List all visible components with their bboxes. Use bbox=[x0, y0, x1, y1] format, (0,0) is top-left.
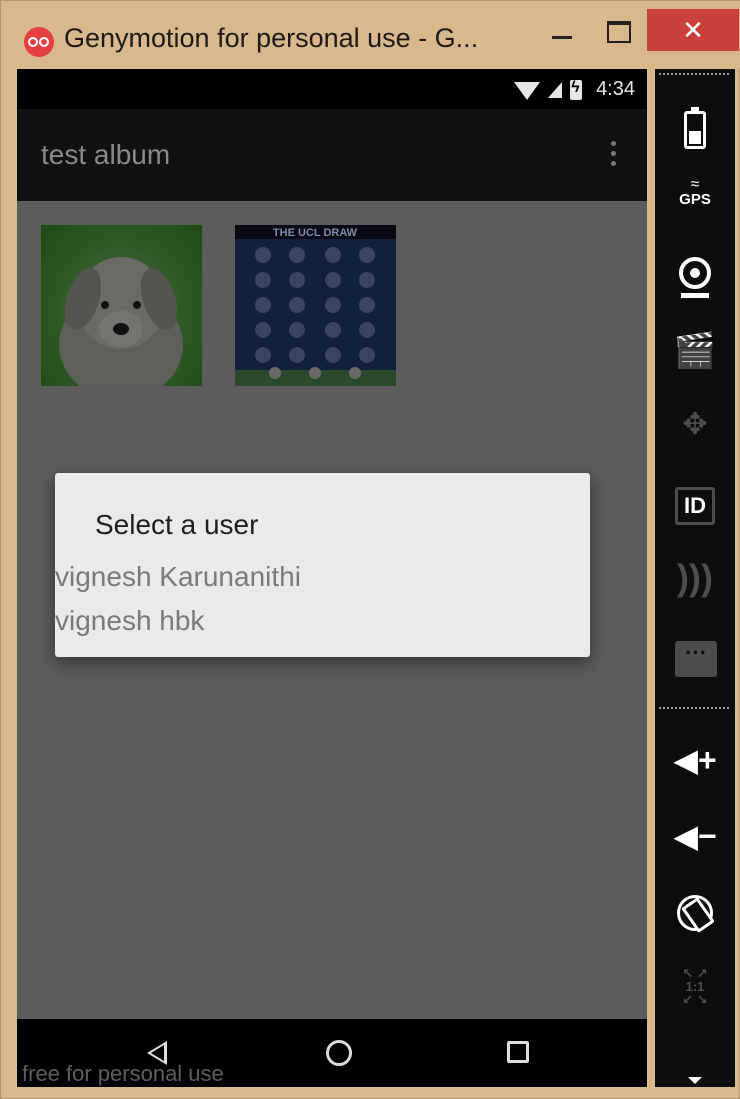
recent-apps-icon[interactable] bbox=[507, 1041, 529, 1063]
battery-charging-icon bbox=[570, 79, 583, 100]
app-title: test album bbox=[41, 139, 171, 170]
navigation-bar: free for personal use bbox=[17, 1019, 647, 1087]
status-time: 4:34 bbox=[596, 78, 635, 100]
wifi-icon bbox=[514, 81, 541, 100]
volume-up-icon[interactable]: ◀+ bbox=[655, 741, 735, 779]
more-options-icon[interactable] bbox=[688, 1077, 702, 1084]
dialog-title: Select a user bbox=[95, 509, 259, 540]
genymotion-window: Genymotion for personal use - G... ✕ 4:3… bbox=[0, 0, 740, 1099]
album-content: THE UCL DRAW Select a user vignesh Karun… bbox=[17, 201, 647, 1019]
webcam-base bbox=[681, 293, 709, 298]
close-button[interactable]: ✕ bbox=[647, 9, 739, 51]
genymotion-toolbar: ≈ GPS 🎬 ✥ ID ))) ··· ◀+ ◀− ↖ ↗ 1:1 ↙ ↘ bbox=[655, 69, 735, 1087]
watermark-text: free for personal use bbox=[22, 1061, 224, 1086]
ucl-draw-image: THE UCL DRAW bbox=[235, 225, 396, 386]
gps-signal-icon: ≈ bbox=[690, 176, 700, 193]
dialog-user-item[interactable]: vignesh Karunanithi bbox=[55, 561, 301, 593]
sms-icon[interactable]: ··· bbox=[675, 641, 717, 677]
gps-button[interactable]: ≈ GPS bbox=[655, 176, 735, 209]
maximize-button[interactable] bbox=[595, 9, 641, 51]
toolbar-divider bbox=[659, 707, 729, 709]
signal-icon bbox=[548, 81, 563, 98]
pixel-perfect-icon[interactable]: ↖ ↗ 1:1 ↙ ↘ bbox=[655, 967, 735, 1006]
status-bar: 4:34 bbox=[17, 69, 647, 109]
network-icon[interactable]: ))) bbox=[655, 557, 735, 599]
dpad-icon[interactable]: ✥ bbox=[655, 407, 735, 442]
window-title: Genymotion for personal use - G... bbox=[64, 23, 479, 53]
home-icon[interactable] bbox=[326, 1040, 352, 1066]
dialog-user-item[interactable]: vignesh hbk bbox=[55, 605, 204, 637]
puppy-image bbox=[59, 257, 183, 386]
title-bar[interactable]: Genymotion for personal use - G... ✕ bbox=[1, 1, 740, 69]
webcam-icon[interactable] bbox=[679, 257, 711, 289]
battery-icon[interactable] bbox=[684, 107, 706, 149]
toolbar-divider bbox=[659, 73, 729, 75]
gps-label: GPS bbox=[679, 191, 711, 208]
ucl-draw-thumbnail[interactable]: THE UCL DRAW bbox=[235, 225, 396, 386]
app-bar: test album bbox=[17, 109, 647, 201]
puppy-thumbnail[interactable] bbox=[41, 225, 202, 386]
screencast-icon[interactable]: 🎬 bbox=[655, 331, 735, 371]
ucl-draw-caption: THE UCL DRAW bbox=[273, 227, 358, 239]
genymotion-logo-icon bbox=[24, 27, 54, 57]
overflow-menu-icon[interactable] bbox=[611, 141, 617, 169]
volume-down-icon[interactable]: ◀− bbox=[655, 817, 735, 855]
device-id-icon[interactable]: ID bbox=[675, 487, 715, 525]
rotate-icon[interactable] bbox=[677, 895, 713, 931]
device-screen: 4:34 test album bbox=[17, 69, 647, 1087]
minimize-button[interactable] bbox=[539, 9, 587, 51]
select-user-dialog: Select a user vignesh Karunanithi vignes… bbox=[55, 473, 590, 657]
